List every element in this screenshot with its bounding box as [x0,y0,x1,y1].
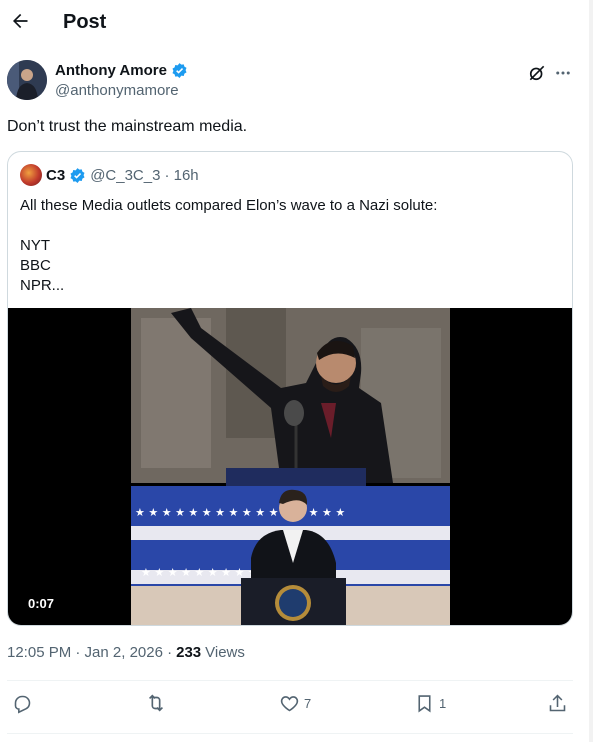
grok-button[interactable] [527,63,547,83]
author-name[interactable]: Anthony Amore [55,62,188,79]
verified-badge-icon [172,63,187,78]
reply-button[interactable] [12,692,37,714]
like-button[interactable]: 7 [279,692,311,714]
grok-icon [529,65,545,81]
verified-badge-icon [70,167,85,183]
share-button[interactable] [547,692,568,714]
like-icon [280,695,299,711]
page-header: Post [0,0,593,46]
post-meta: 12:05 PM · Jan 2, 2026 · 233 Views [7,644,245,661]
repost-icon [148,694,164,712]
author-row: Anthony Amore @anthonymamore [0,58,593,104]
video-player[interactable]: ★ ★ ★ ★ ★ ★ ★ ★ ★ ★ ★ ★ ★ ★ ★ ★ ★ ★ ★ ★ … [8,308,572,625]
reply-icon [14,695,31,714]
post-timestamp[interactable]: 12:05 PM · Jan 2, 2026 · [7,644,172,661]
views-label: Views [205,644,245,661]
quoted-timestamp[interactable]: · 16h [164,167,198,184]
action-bar: 7 1 [0,684,593,724]
video-frame: ★ ★ ★ ★ ★ ★ ★ ★ ★ ★ ★ ★ ★ ★ ★ ★ ★ ★ ★ ★ … [131,308,450,625]
quoted-post-header: C3 @C_3C_3 · 16h [20,164,199,186]
svg-text:★ ★ ★ ★ ★ ★ ★ ★ ★ ★: ★ ★ ★ ★ ★ ★ ★ ★ ★ ★ ★ ★ ★ ★ ★ ★ [135,506,345,519]
divider [7,733,573,734]
author-handle[interactable]: @anthonymamore [55,82,179,99]
quoted-line: NPR... [20,277,65,294]
quoted-line: All these Media outlets compared Elon’s … [20,197,438,214]
post-text: Don’t trust the mainstream media. [7,118,248,135]
divider [7,680,573,681]
share-icon [549,694,566,711]
views-count: 233 [176,644,202,661]
bookmark-button[interactable]: 1 [414,692,446,714]
quoted-author-name[interactable]: C3 [46,167,65,184]
like-count: 7 [304,695,312,711]
quoted-post[interactable]: C3 @C_3C_3 · 16h All these Media outlets… [7,151,573,626]
back-button[interactable] [8,9,32,33]
author-name-text: Anthony Amore [55,62,167,79]
repost-button[interactable] [145,692,171,714]
video-duration: 0:07 [20,594,63,613]
bookmark-count: 1 [439,695,447,711]
quoted-line: NYT [20,237,50,254]
avatar[interactable] [7,60,47,100]
bookmark-icon [418,694,431,712]
quoted-avatar[interactable] [20,164,42,186]
quoted-author-handle[interactable]: @C_3C_3 [90,167,160,184]
quoted-text: All these Media outlets compared Elon’s … [20,196,437,296]
more-button[interactable] [553,63,573,83]
scrollbar[interactable] [589,0,593,742]
more-icon [556,71,570,75]
quoted-line-blank [20,216,437,236]
back-arrow-icon [13,13,28,29]
page-title: Post [63,11,107,33]
quoted-line: BBC [20,257,51,274]
